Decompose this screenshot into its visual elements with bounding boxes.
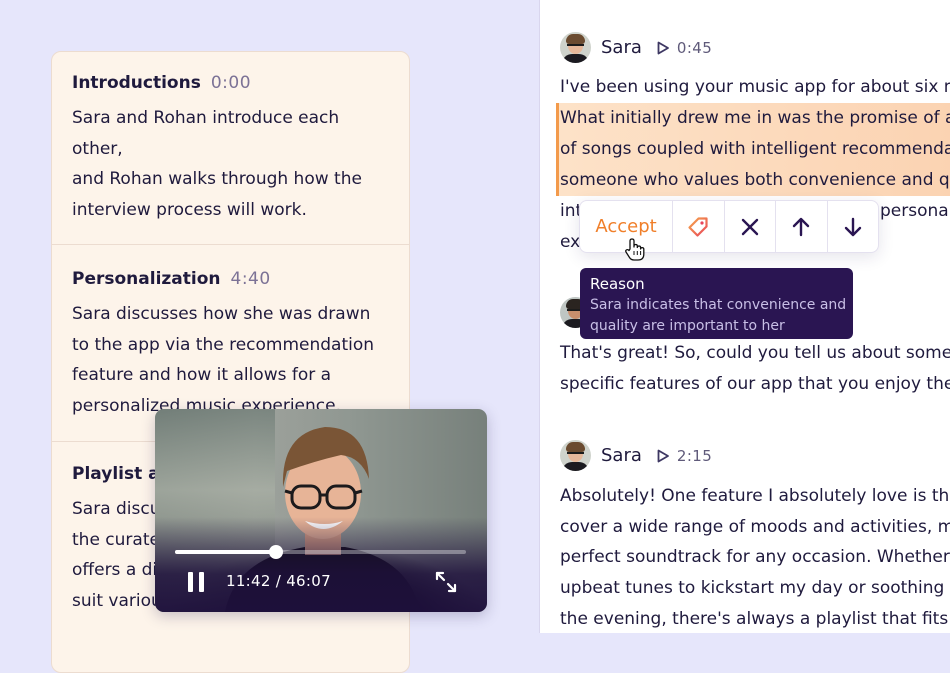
- summary-line: feature and how it allows for a: [72, 365, 332, 385]
- transcript-line: upbeat tunes to kickstart my day or soot…: [560, 578, 950, 598]
- transcript-line: cover a wide range of moods and activiti…: [560, 517, 950, 537]
- reason-title: Reason: [590, 275, 645, 293]
- speaker-timestamp[interactable]: 2:15: [677, 447, 712, 465]
- video-player[interactable]: 11:42 / 46:07: [155, 409, 487, 612]
- hand-cursor-icon: [625, 238, 645, 261]
- section-timestamp[interactable]: 4:40: [231, 269, 271, 289]
- summary-line: Sara and Rohan introduce each other,: [72, 108, 340, 159]
- transcript-line: someone who values both convenience and …: [560, 170, 950, 190]
- transcript-line: What initially drew me in was the promis…: [560, 108, 950, 128]
- play-icon[interactable]: [656, 41, 670, 55]
- transcript-line: Absolutely! One feature I absolutely lov…: [560, 486, 950, 506]
- section-title: Personalization: [72, 269, 221, 289]
- avatar: [560, 32, 591, 63]
- video-progress-bar[interactable]: [175, 545, 466, 559]
- section-timestamp[interactable]: 0:00: [211, 73, 251, 93]
- speaker-header: Sara 2:15: [560, 440, 712, 471]
- speaker-header: Sara 0:45: [560, 32, 712, 63]
- section-title: Introductions: [72, 73, 201, 93]
- video-progress-fill: [175, 550, 276, 554]
- summary-line: Sara discusses how she was drawn: [72, 304, 371, 324]
- fullscreen-icon: [435, 571, 457, 593]
- play-icon[interactable]: [656, 449, 670, 463]
- previous-button[interactable]: [775, 201, 826, 252]
- summary-line: and Rohan walks through how the: [72, 169, 362, 189]
- avatar: [560, 440, 591, 471]
- transcript-line-fragment: personali: [880, 201, 950, 221]
- next-button[interactable]: [826, 201, 878, 252]
- fullscreen-button[interactable]: [434, 570, 458, 594]
- pause-button[interactable]: [188, 572, 204, 592]
- video-time-readout: 11:42 / 46:07: [226, 572, 331, 590]
- arrow-up-icon: [793, 217, 810, 236]
- transcript-line: ex: [560, 232, 581, 252]
- close-icon: [741, 218, 758, 235]
- summary-section-introductions[interactable]: Introductions 0:00 Sara and Rohan introd…: [52, 52, 409, 245]
- reason-tooltip: Reason Sara indicates that convenience a…: [580, 268, 853, 339]
- arrow-down-icon: [844, 217, 861, 236]
- section-summary: Sara and Rohan introduce each other, and…: [72, 103, 389, 225]
- video-progress-handle[interactable]: [268, 545, 283, 559]
- speaker-timestamp[interactable]: 0:45: [677, 39, 712, 57]
- speaker-name: Sara: [601, 37, 642, 58]
- transcript-line: perfect soundtrack for any occasion. Whe…: [560, 547, 950, 567]
- transcript-line: of songs coupled with intelligent recomm…: [560, 139, 950, 159]
- video-controls-overlay: [155, 517, 487, 612]
- summary-line: interview process will work.: [72, 199, 307, 220]
- speaker-name: Sara: [601, 445, 642, 466]
- tag-button[interactable]: [672, 201, 723, 252]
- transcript-line: specific features of our app that you en…: [560, 374, 950, 394]
- reason-text: Sara indicates that convenience and qual…: [590, 297, 847, 334]
- summary-line: to the app via the recommendation: [72, 334, 375, 355]
- pause-icon: [188, 572, 193, 592]
- tag-icon: [688, 216, 708, 237]
- transcript-line: the evening, there's always a playlist t…: [560, 609, 950, 629]
- pause-icon: [199, 572, 204, 592]
- transcript-line: That's great! So, could you tell us abou…: [560, 343, 950, 363]
- reject-button[interactable]: [723, 201, 775, 252]
- section-summary: Sara discusses how she was drawn to the …: [72, 299, 389, 421]
- transcript-line: I've been using your music app for about…: [560, 77, 950, 97]
